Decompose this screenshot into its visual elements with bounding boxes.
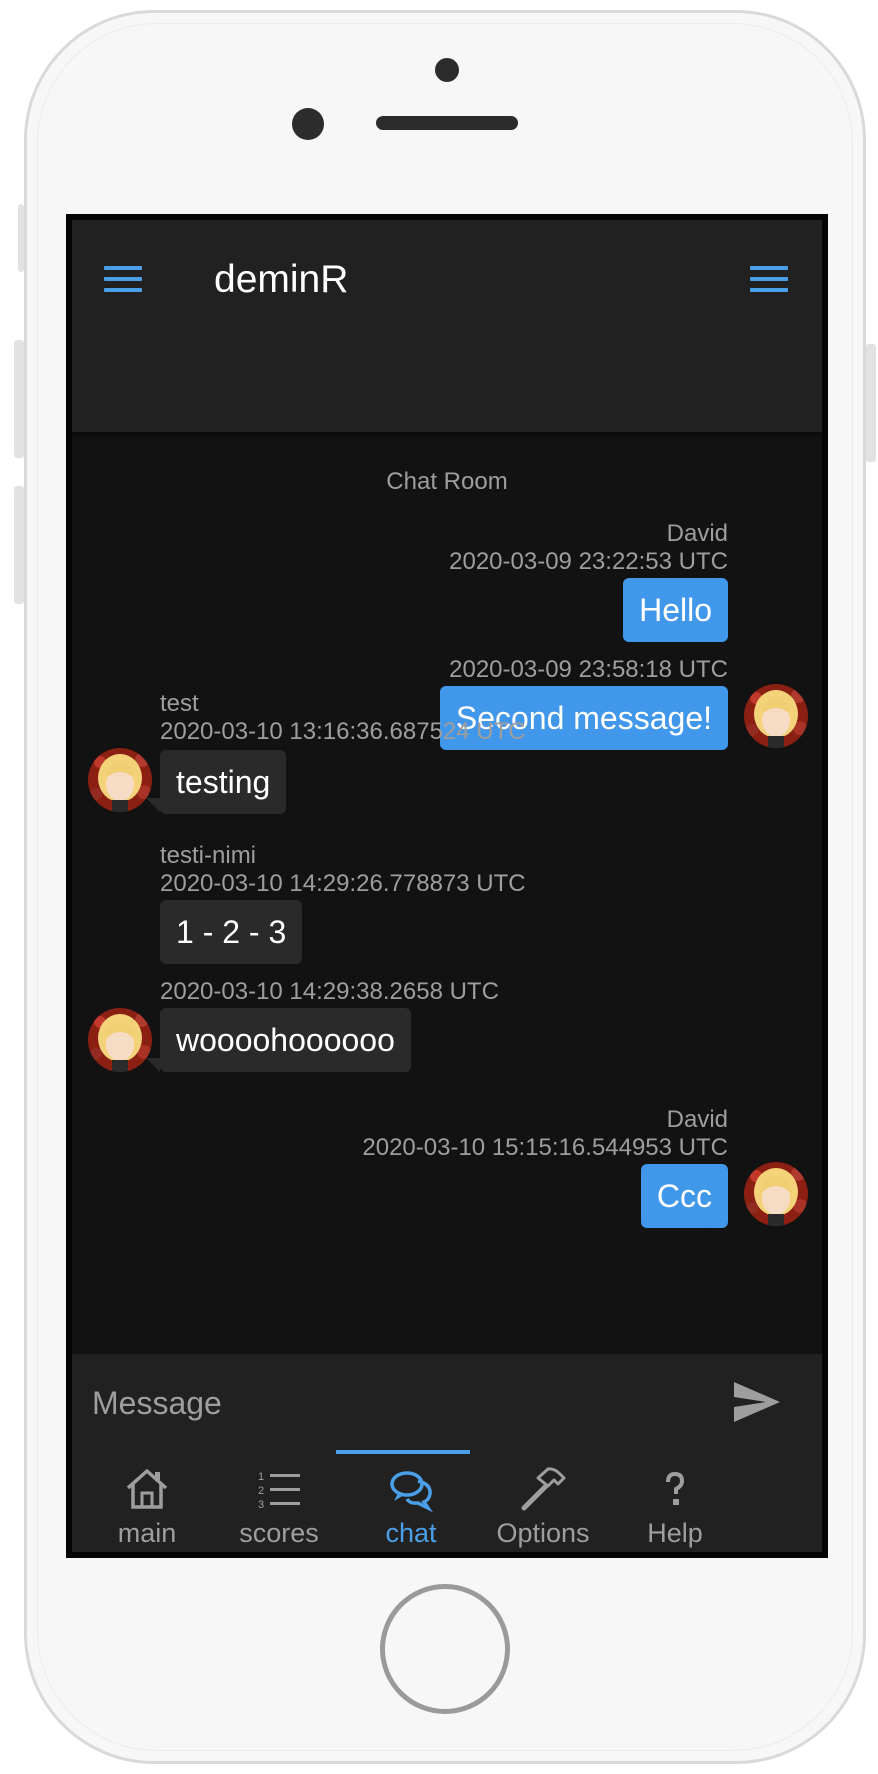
- message-timestamp: 2020-03-09 23:22:53 UTC: [449, 548, 728, 575]
- left-menu-icon[interactable]: [104, 266, 144, 296]
- message-timestamp: 2020-03-10 14:29:26.778873 UTC: [160, 870, 526, 897]
- user-avatar[interactable]: [88, 748, 152, 812]
- message-timestamp: 2020-03-10 13:16:36.687524 UTC: [160, 718, 526, 745]
- bubble-tail: [708, 1214, 722, 1228]
- app-toolbar: deminR: [72, 220, 822, 432]
- power-button: [866, 344, 876, 462]
- tab-label: chat: [385, 1518, 437, 1548]
- bubble-tail: [146, 1058, 160, 1072]
- home-icon: [124, 1466, 170, 1512]
- volume-up-button: [14, 340, 24, 458]
- bubble-tail: [146, 798, 160, 812]
- tab-main[interactable]: main: [72, 1450, 222, 1552]
- volume-down-button: [14, 486, 24, 604]
- tab-label: main: [117, 1518, 177, 1548]
- svg-text:2: 2: [258, 1485, 264, 1497]
- message-bubble[interactable]: woooohoooooo: [160, 1008, 411, 1072]
- send-icon[interactable]: [732, 1378, 782, 1426]
- bubble-tail: [708, 736, 722, 750]
- app-screen: deminR Chat Room David 2020-03-09 23:22:…: [66, 214, 828, 1558]
- message-input[interactable]: [90, 1372, 694, 1434]
- bottom-tab-bar: main 1 2 3 scores chat Options Help: [72, 1450, 822, 1552]
- message-timestamp: 2020-03-10 15:15:16.544953 UTC: [362, 1134, 728, 1161]
- numbered-list-icon: 1 2 3: [256, 1466, 302, 1512]
- message-sender: test: [160, 690, 199, 717]
- earpiece-speaker: [376, 116, 518, 130]
- svg-text:1: 1: [258, 1471, 264, 1483]
- question-mark-icon: [652, 1466, 698, 1512]
- message-bubble[interactable]: Hello: [623, 578, 728, 642]
- tab-options[interactable]: Options: [468, 1450, 618, 1552]
- proximity-sensor: [435, 58, 459, 82]
- chat-room-title: Chat Room: [386, 468, 508, 495]
- user-avatar[interactable]: [744, 684, 808, 748]
- right-menu-icon[interactable]: [750, 266, 790, 296]
- message-sender: David: [666, 520, 728, 547]
- message-composer: [72, 1354, 822, 1450]
- hammer-icon: [520, 1466, 566, 1512]
- message-timestamp: 2020-03-09 23:58:18 UTC: [449, 656, 728, 683]
- message-bubble[interactable]: testing: [160, 750, 287, 814]
- user-avatar[interactable]: [744, 1162, 808, 1226]
- svg-text:3: 3: [258, 1499, 264, 1511]
- tab-label: Options: [496, 1518, 590, 1548]
- tab-scores[interactable]: 1 2 3 scores: [204, 1450, 354, 1552]
- message-timestamp: 2020-03-10 14:29:38.2658 UTC: [160, 978, 499, 1005]
- message-sender: testi-nimi: [160, 842, 257, 869]
- front-camera: [292, 108, 324, 140]
- tab-help[interactable]: Help: [600, 1450, 750, 1552]
- tab-label: Help: [647, 1518, 703, 1548]
- app-title: deminR: [214, 258, 349, 301]
- message-sender: David: [666, 1106, 728, 1133]
- home-button[interactable]: [380, 1584, 510, 1714]
- tab-label: scores: [239, 1518, 319, 1548]
- message-bubble[interactable]: 1 - 2 - 3: [160, 900, 303, 964]
- chat-bubbles-icon: [388, 1466, 434, 1513]
- mute-switch: [18, 204, 24, 272]
- user-avatar[interactable]: [88, 1008, 152, 1072]
- tab-chat[interactable]: chat: [336, 1450, 486, 1552]
